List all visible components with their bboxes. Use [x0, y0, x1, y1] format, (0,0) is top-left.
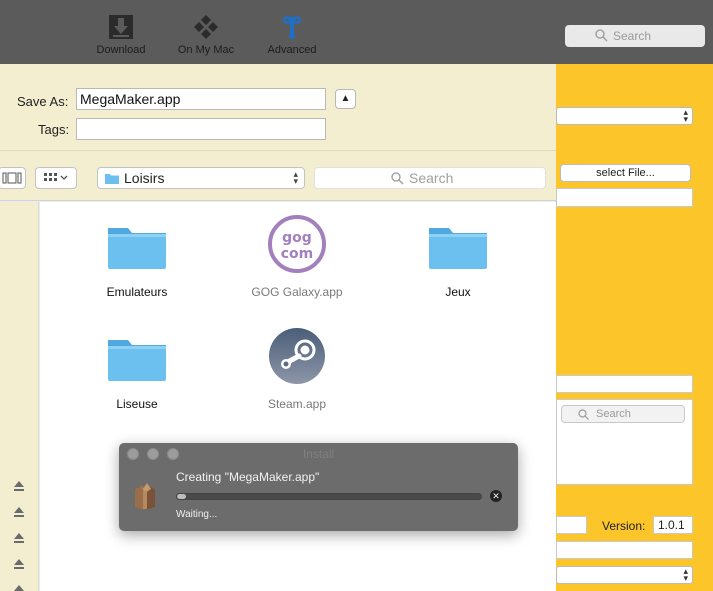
background-text-field-2[interactable]	[556, 375, 693, 393]
folder-icon	[108, 340, 166, 381]
file-item-label: Emulateurs	[106, 285, 168, 299]
advanced-toolbar-button[interactable]: Advanced	[252, 14, 332, 56]
install-status: Creating "MegaMaker.app"	[176, 470, 320, 484]
file-item-liseuse[interactable]: Liseuse	[57, 324, 217, 411]
install-substatus: Waiting...	[176, 509, 218, 520]
tags-field[interactable]	[76, 118, 326, 140]
on-my-mac-toolbar-button[interactable]: On My Mac	[166, 14, 246, 56]
arrange-menu-button[interactable]	[35, 167, 77, 189]
install-progress-fill	[177, 494, 187, 499]
background-text-field-4[interactable]	[556, 541, 693, 559]
tools-icon	[283, 16, 301, 39]
version-label: Version:	[602, 519, 646, 533]
sidebar	[0, 202, 39, 591]
install-progress-bar	[176, 493, 482, 500]
file-item-label: Jeux	[445, 285, 471, 299]
search-icon	[595, 29, 608, 42]
file-item-label: Steam.app	[267, 397, 327, 411]
collapse-sheet-button[interactable]: ▲	[335, 89, 356, 109]
toolbar-search-field[interactable]: Search	[565, 25, 705, 47]
download-icon	[109, 15, 133, 39]
select-file-button[interactable]: select File...	[560, 164, 691, 182]
chevron-up-icon: ▲	[340, 93, 351, 104]
advanced-label: Advanced	[267, 44, 317, 56]
background-text-field-1[interactable]	[556, 188, 693, 207]
gog-galaxy-app-icon: gog com	[268, 215, 326, 273]
eject-icon[interactable]	[12, 507, 26, 519]
background-search-field[interactable]: Search	[561, 405, 685, 423]
file-item-label: Liseuse	[116, 397, 158, 411]
columns-view-icon	[2, 172, 22, 184]
file-item-jeux[interactable]: Jeux	[378, 212, 538, 299]
browser-search-placeholder: Search	[409, 170, 454, 186]
folder-icon	[429, 228, 487, 269]
eject-icon[interactable]	[12, 559, 26, 571]
background-list-box[interactable]: Search	[556, 399, 693, 485]
save-sheet-header: Save As: MegaMaker.app ▲ Tags:	[0, 64, 556, 151]
search-icon	[391, 172, 404, 185]
grid-diamonds-icon	[194, 15, 218, 39]
background-text-field-3[interactable]	[556, 516, 587, 534]
version-value: 1.0.1	[658, 518, 685, 532]
browser-nav-bar: Loisirs ▴ ▾ Search	[0, 151, 556, 201]
file-item-emulateurs[interactable]: Emulateurs	[57, 212, 217, 299]
save-as-field[interactable]: MegaMaker.app	[76, 88, 326, 110]
download-toolbar-button[interactable]: Download	[81, 14, 161, 56]
close-icon: ✕	[492, 491, 500, 501]
install-dialog: Install Creating "MegaMaker.app" ✕ Waiti…	[119, 443, 518, 531]
browser-search-field[interactable]: Search	[314, 167, 546, 189]
window-toolbar: Download On My Mac Advanced Search	[0, 0, 713, 64]
file-item-label: GOG Galaxy.app	[251, 285, 343, 299]
updown-chevron-icon: ▴ ▾	[293, 169, 298, 186]
search-icon	[578, 409, 589, 420]
gog-logo-line1: gog	[282, 230, 312, 246]
folder-icon	[105, 174, 119, 184]
location-popup[interactable]: Loisirs ▴ ▾	[97, 167, 305, 189]
save-as-label: Save As:	[17, 94, 69, 109]
select-file-label: select File...	[596, 167, 655, 179]
on-my-mac-label: On My Mac	[177, 44, 235, 56]
version-field[interactable]: 1.0.1	[653, 516, 693, 534]
tags-label: Tags:	[38, 122, 70, 137]
installer-package-icon	[135, 483, 155, 510]
location-label: Loisirs	[124, 170, 165, 186]
column-view-button[interactable]	[0, 167, 26, 189]
download-label: Download	[96, 44, 146, 56]
grid-arrange-icon	[44, 173, 68, 181]
background-popup-1[interactable]: ▴ ▾	[556, 107, 693, 125]
eject-icon[interactable]	[12, 533, 26, 545]
file-icon-grid: Emulateurs gog com GOG Galaxy.app Jeux L…	[40, 202, 556, 591]
eject-icon[interactable]	[12, 585, 26, 591]
background-app-panel: ▴ ▾ select File... Search Version: 1.0.1 …	[556, 64, 713, 591]
updown-chevron-icon: ▴ ▾	[683, 566, 688, 583]
toolbar-search-placeholder: Search	[613, 29, 652, 43]
eject-icon[interactable]	[12, 481, 26, 493]
background-search-placeholder: Search	[596, 408, 631, 420]
folder-icon	[108, 228, 166, 269]
updown-chevron-icon: ▴ ▾	[683, 107, 688, 124]
background-popup-2[interactable]: ▴ ▾	[556, 566, 693, 584]
file-item-gog-galaxy: gog com GOG Galaxy.app	[217, 212, 377, 299]
install-dialog-title: Install	[302, 447, 335, 461]
gog-logo-line2: com	[281, 246, 314, 262]
steam-app-icon	[269, 328, 325, 384]
stop-install-button[interactable]: ✕	[490, 490, 502, 502]
file-item-steam: Steam.app	[217, 324, 377, 411]
